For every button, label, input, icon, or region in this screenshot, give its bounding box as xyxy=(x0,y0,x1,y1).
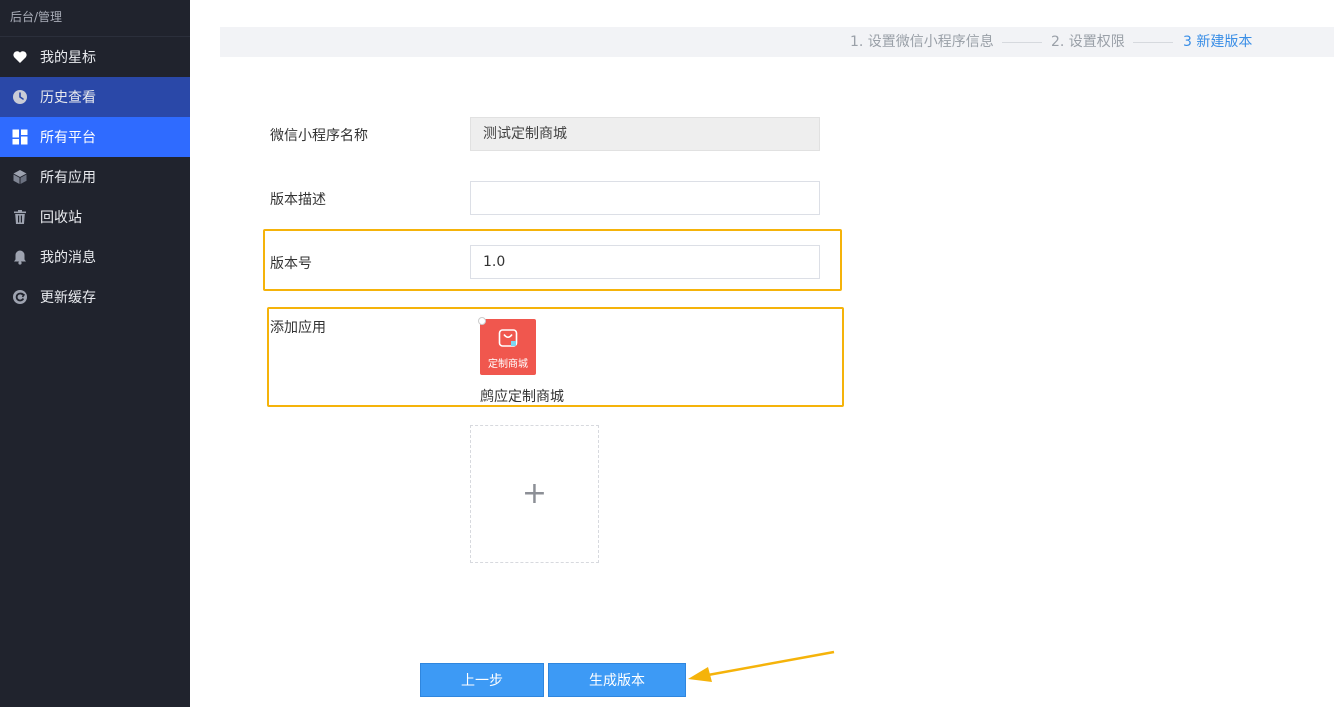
step-indicator: 1. 设置微信小程序信息 2. 设置权限 3 新建版本 xyxy=(220,27,1334,57)
step-1: 1. 设置微信小程序信息 xyxy=(850,34,994,50)
version-description-input[interactable] xyxy=(470,181,820,215)
cube-icon xyxy=(12,169,28,185)
app-tile[interactable]: 定制商城 xyxy=(480,319,536,375)
trash-icon xyxy=(12,209,28,225)
sidebar-item-label: 更新缓存 xyxy=(40,290,96,306)
app-name: 鹧应定制商城 xyxy=(480,389,564,405)
add-app-label: 添加应用 xyxy=(270,320,326,336)
shopping-bag-icon xyxy=(498,329,518,347)
grid-icon xyxy=(12,129,28,145)
step-2: 2. 设置权限 xyxy=(1051,34,1125,50)
name-label: 微信小程序名称 xyxy=(270,128,368,144)
generate-version-button[interactable]: 生成版本 xyxy=(548,663,686,697)
sidebar-item-label: 回收站 xyxy=(40,210,82,226)
sidebar-item-recycle-bin[interactable]: 回收站 xyxy=(0,197,190,237)
arrow-annotation-icon xyxy=(688,650,835,682)
miniprogram-name-field: 测试定制商城 xyxy=(470,117,820,151)
sidebar-item-label: 所有平台 xyxy=(40,130,96,146)
sidebar-item-label: 我的星标 xyxy=(40,50,96,66)
version-label: 版本号 xyxy=(270,256,312,272)
sidebar-item-all-apps[interactable]: 所有应用 xyxy=(0,157,190,197)
step-divider xyxy=(1002,42,1042,43)
refresh-icon xyxy=(12,289,28,305)
app-remove-badge[interactable] xyxy=(478,317,486,325)
prev-step-button[interactable]: 上一步 xyxy=(420,663,544,697)
sidebar-item-history[interactable]: 历史查看 xyxy=(0,77,190,117)
sidebar: 后台/管理 我的星标 历史查看 所有平台 所有应用 回收站 我的消息 更新缓存 xyxy=(0,0,190,707)
step-divider xyxy=(1133,42,1173,43)
sidebar-item-messages[interactable]: 我的消息 xyxy=(0,237,190,277)
plus-icon: + xyxy=(521,476,548,511)
bell-icon xyxy=(12,249,28,265)
version-number-input[interactable]: 1.0 xyxy=(470,245,820,279)
heart-icon xyxy=(12,49,28,65)
sidebar-item-label: 所有应用 xyxy=(40,170,96,186)
sidebar-item-starred[interactable]: 我的星标 xyxy=(0,37,190,77)
app-tile-label: 定制商城 xyxy=(488,359,528,370)
sidebar-item-all-platforms[interactable]: 所有平台 xyxy=(0,117,190,157)
description-label: 版本描述 xyxy=(270,192,326,208)
clock-icon xyxy=(12,89,28,105)
breadcrumb: 后台/管理 xyxy=(0,0,190,37)
step-3-current: 3 新建版本 xyxy=(1183,34,1253,50)
sidebar-item-label: 历史查看 xyxy=(40,90,96,106)
sidebar-item-refresh-cache[interactable]: 更新缓存 xyxy=(0,277,190,317)
sidebar-item-label: 我的消息 xyxy=(40,250,96,266)
add-app-button[interactable]: + xyxy=(470,425,599,563)
app-root: 后台/管理 我的星标 历史查看 所有平台 所有应用 回收站 我的消息 更新缓存 … xyxy=(0,0,1334,707)
